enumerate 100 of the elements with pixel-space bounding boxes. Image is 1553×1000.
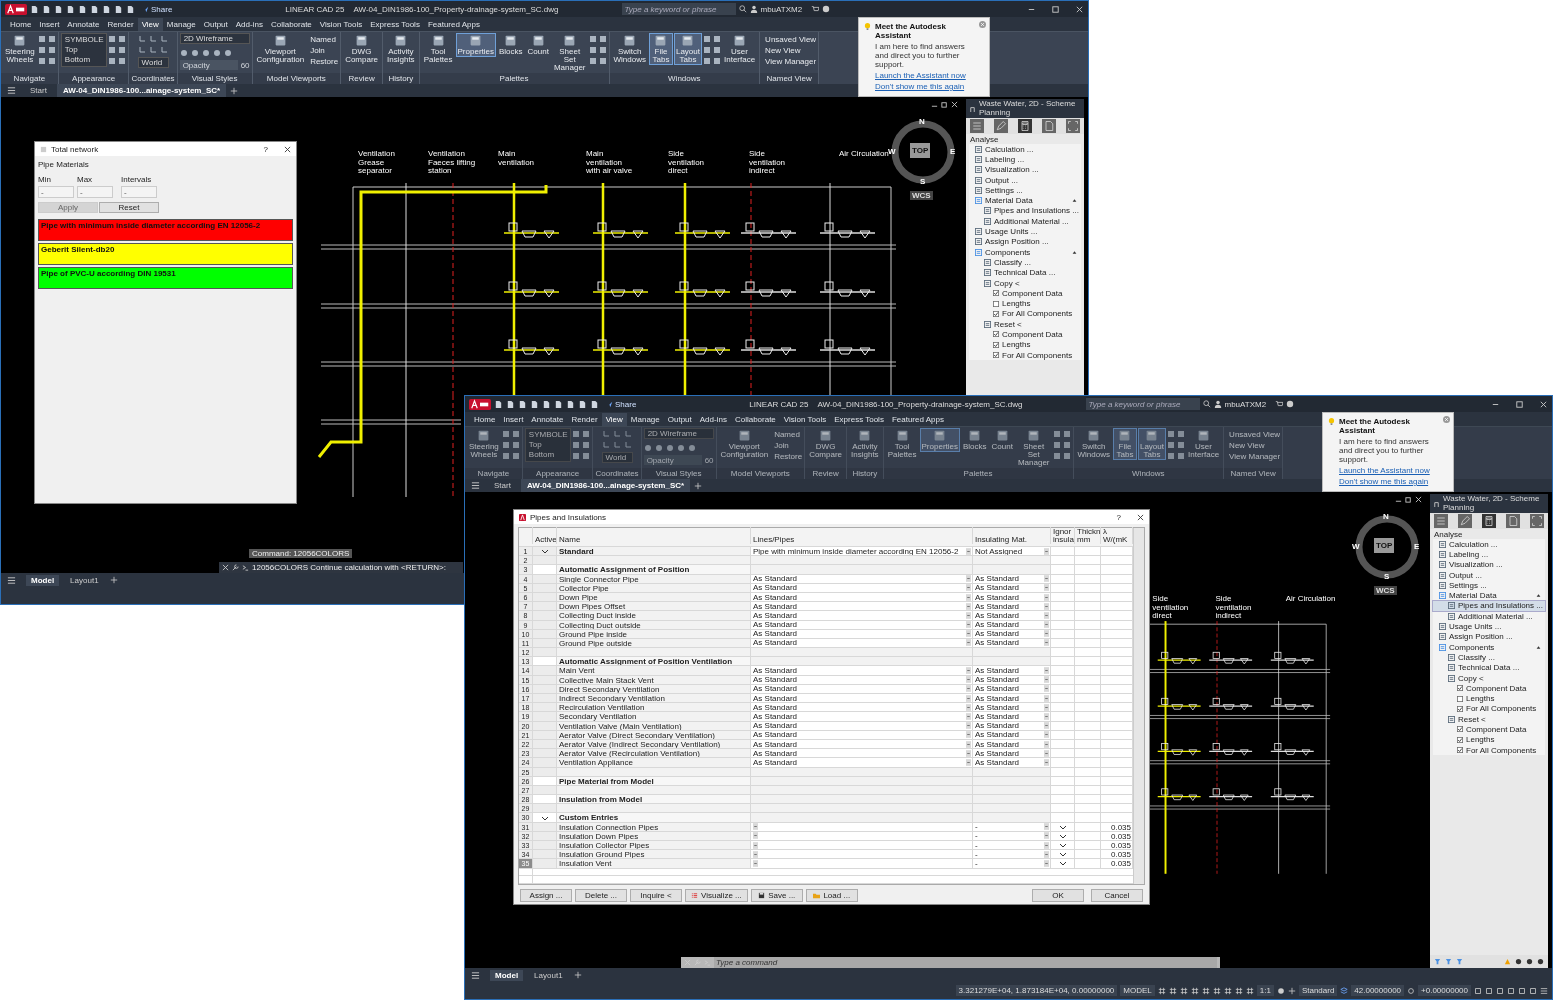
help-button[interactable]: ?	[263, 144, 268, 154]
active-cell[interactable]	[533, 850, 557, 859]
group-header[interactable]: Material Data	[985, 196, 1033, 206]
dropdown-button[interactable]	[753, 823, 758, 831]
dropdown-button[interactable]	[966, 593, 971, 601]
dropdown-button[interactable]	[966, 639, 971, 647]
active-cell[interactable]	[533, 684, 557, 693]
compass-east[interactable]: E	[950, 147, 956, 156]
panel-title[interactable]: Model Viewports	[252, 73, 341, 84]
file-tab[interactable]: Start	[24, 84, 53, 97]
menu-tab[interactable]: Home	[470, 412, 500, 426]
grid-icon[interactable]	[1234, 986, 1243, 995]
combo-field[interactable]	[751, 831, 973, 840]
expand-icon[interactable]	[1066, 119, 1080, 133]
combo-field[interactable]: Pipe with minimum inside diameter according EN 12056-2	[751, 547, 973, 556]
menu-icon[interactable]	[471, 481, 480, 490]
combo-field[interactable]: As Standard	[751, 749, 973, 758]
wcs-menu[interactable]: WCS	[1374, 586, 1397, 595]
menu-tab[interactable]: Vision Tools	[315, 17, 367, 31]
palette-item[interactable]: Additional Material ...	[1433, 611, 1545, 622]
coordinates-readout[interactable]: 3.321279E+04, 1.873184E+04, 0.00000000	[955, 985, 1118, 996]
dropdown-button[interactable]	[1044, 575, 1049, 583]
combo-field[interactable]: As Standard	[751, 602, 973, 611]
dismiss-link[interactable]: Don't show me this again	[875, 82, 976, 91]
palette-item[interactable]: Additional Material ...	[969, 216, 1081, 227]
dialog-button[interactable]: Reset	[99, 202, 159, 213]
combo-field[interactable]: As Standard	[751, 666, 973, 675]
search-field[interactable]: Type a keyword or phrase	[621, 3, 736, 15]
checkbox[interactable]	[993, 341, 999, 348]
combo-field[interactable]: As Standard	[973, 694, 1051, 703]
palette-item[interactable]: Labeling ...	[1433, 549, 1545, 560]
combo-field[interactable]: As Standard	[973, 638, 1051, 648]
active-cell[interactable]	[533, 629, 557, 638]
dropdown-button[interactable]	[966, 740, 971, 748]
ribbon-small-button[interactable]: New View	[762, 46, 817, 55]
ribbon-small-button[interactable]: View Manager	[762, 57, 817, 66]
menu-icon[interactable]	[1540, 986, 1548, 995]
dropdown-button[interactable]	[753, 841, 758, 849]
palette-item[interactable]: Reset <	[969, 319, 1081, 330]
view-cube-top[interactable]: TOP	[1374, 538, 1395, 553]
elevation-readout[interactable]: 42.00000000	[1351, 985, 1405, 996]
compass-west[interactable]: W	[1352, 542, 1360, 551]
group-header[interactable]: Material Data	[1449, 591, 1497, 601]
ribbon-small-button[interactable]: Join	[307, 46, 339, 55]
combo-field[interactable]: As Standard	[973, 666, 1051, 675]
dropdown-button[interactable]	[966, 667, 971, 675]
panel-title[interactable]: Named View	[760, 73, 819, 84]
viewport-close-icon[interactable]	[1415, 496, 1422, 503]
active-cell[interactable]	[533, 602, 557, 611]
grid-icon[interactable]	[1223, 986, 1232, 995]
menu-tab[interactable]: Add-ins	[695, 412, 731, 426]
dropdown-button[interactable]	[1044, 685, 1049, 693]
compass-east[interactable]: E	[1414, 542, 1420, 551]
active-cell[interactable]	[533, 721, 557, 730]
dropdown-button[interactable]	[753, 859, 758, 867]
combo-field[interactable]: As Standard	[751, 638, 973, 648]
document-icon[interactable]	[1042, 119, 1056, 133]
dropdown-button[interactable]	[966, 685, 971, 693]
ribbon-button[interactable]: File Tabs	[648, 33, 673, 65]
combo-field[interactable]: As Standard	[973, 739, 1051, 749]
checkbox[interactable]	[993, 290, 999, 297]
palette-item[interactable]: Pipes and Insulations ...	[969, 205, 1081, 217]
combo-field[interactable]: -	[973, 831, 1051, 840]
column-header[interactable]: Active	[533, 527, 557, 544]
checkbox[interactable]	[993, 331, 999, 338]
document-icon[interactable]	[1506, 514, 1520, 528]
layout-tab[interactable]: Model	[490, 969, 524, 981]
visual-style-dropdown[interactable]: 2D Wireframe	[179, 33, 250, 44]
active-cell[interactable]	[533, 703, 557, 712]
expand-icon[interactable]	[1530, 514, 1544, 528]
column-header[interactable]: Ignor insula	[1051, 527, 1075, 544]
checkbox[interactable]	[1457, 685, 1463, 692]
dropdown-button[interactable]	[753, 832, 758, 840]
dropdown-button[interactable]	[1044, 850, 1049, 858]
dropdown-button[interactable]	[966, 694, 971, 702]
plus-icon[interactable]	[109, 576, 118, 584]
user-name[interactable]: mbuATXM2	[760, 4, 803, 14]
dropdown-button[interactable]	[966, 630, 971, 638]
plus-icon[interactable]	[230, 86, 239, 95]
ribbon-button[interactable]: Count	[525, 33, 551, 57]
wcs-menu[interactable]: WCS	[910, 191, 933, 200]
dropdown-button[interactable]	[1044, 740, 1049, 748]
search-field[interactable]: Type a keyword or phrase	[1085, 398, 1200, 410]
group-header[interactable]: Components	[1449, 642, 1495, 652]
cart-icon[interactable]	[811, 5, 820, 13]
menu-tab[interactable]: View	[137, 17, 163, 31]
ribbon-button[interactable]: Blocks	[497, 33, 525, 57]
active-cell[interactable]	[533, 831, 557, 840]
grid-icon[interactable]	[1212, 986, 1221, 995]
layer-list[interactable]: SYMBOLE Top Bottom	[60, 33, 108, 67]
layout-tab[interactable]: Model	[26, 574, 60, 586]
ribbon-button[interactable]: Activity Insights	[385, 33, 417, 65]
compass-south[interactable]: S	[1384, 572, 1390, 581]
dialog-button[interactable]: Assign ...	[520, 889, 572, 902]
palette-item[interactable]: Calculation ...	[969, 144, 1081, 155]
model-space-button[interactable]: MODEL	[1120, 985, 1155, 996]
dropdown-button[interactable]	[1044, 859, 1049, 867]
combo-field[interactable]: -	[973, 859, 1051, 868]
palette-item[interactable]: Assign Position ...	[1433, 631, 1545, 642]
combo-field[interactable]: As Standard	[751, 583, 973, 592]
